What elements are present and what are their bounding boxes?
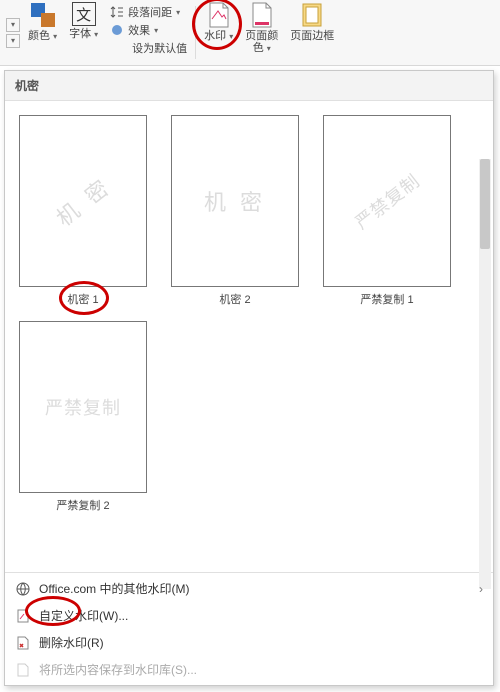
ribbon-group-page-border: 页面边框 (284, 0, 340, 65)
page-border-button[interactable]: 页面边框 (290, 2, 334, 42)
watermark-button[interactable]: 水印 ▾ (204, 2, 233, 42)
dropdown-caret-icon[interactable]: ▾ (6, 18, 20, 32)
colors-icon (30, 2, 56, 28)
chevron-down-icon: ▾ (154, 26, 158, 35)
ribbon-group-watermark: 水印 ▾ (198, 0, 239, 65)
page-thumbnail: 严禁复制 (323, 115, 451, 287)
watermark-option[interactable]: 严禁复制 严禁复制 1 (323, 115, 451, 307)
ribbon-group-page-color: 页面颜 色 ▾ (239, 0, 284, 65)
ribbon-left-controls: ▾ ▾ (4, 0, 22, 65)
dropdown-caret-icon[interactable]: ▾ (6, 34, 20, 48)
page-save-icon (15, 662, 31, 678)
watermark-option-label: 机密 2 (219, 291, 250, 307)
watermark-label: 水印 (204, 30, 226, 42)
ribbon-group-fonts: 文 字体 ▾ (63, 0, 104, 65)
watermark-option[interactable]: 机 密 机密 1 (19, 115, 147, 307)
panel-section-title: 机密 (5, 71, 493, 101)
scrollbar[interactable] (479, 159, 491, 589)
watermark-option[interactable]: 机 密 机密 2 (171, 115, 299, 307)
more-watermarks-office[interactable]: Office.com 中的其他水印(M) › (5, 575, 493, 602)
watermark-option-label: 机密 1 (67, 294, 98, 306)
page-border-icon (299, 2, 325, 28)
page-color-label: 页面颜 色 (245, 30, 278, 54)
page-thumbnail: 严禁复制 (19, 321, 147, 493)
save-to-gallery-label: 将所选内容保存到水印库(S)... (39, 661, 197, 678)
watermark-preview-text: 严禁复制 (45, 394, 121, 420)
paragraph-spacing-button[interactable]: 段落间距 ▾ (110, 4, 187, 20)
page-thumbnail: 机 密 (19, 115, 147, 287)
more-watermarks-label: Office.com 中的其他水印(M) (39, 580, 189, 597)
chevron-down-icon: ▾ (229, 32, 233, 41)
watermark-option[interactable]: 严禁复制 严禁复制 2 (19, 321, 147, 513)
paragraph-spacing-label: 段落间距 (128, 4, 172, 20)
remove-watermark[interactable]: 删除水印(R) (5, 629, 493, 656)
page-border-label: 页面边框 (290, 30, 334, 42)
remove-watermark-label: 删除水印(R) (39, 634, 104, 651)
page-delete-icon (15, 635, 31, 651)
watermark-gallery: 机 密 机密 1 机 密 机密 2 严禁复制 严禁复制 1 严禁复制 严禁复制 … (5, 101, 493, 572)
spacing-icon (110, 5, 124, 19)
font-icon: 文 (72, 2, 96, 26)
effects-icon (110, 23, 124, 37)
set-default-button[interactable]: 设为默认值 (132, 40, 187, 56)
save-to-gallery: 将所选内容保存到水印库(S)... (5, 656, 493, 683)
ribbon-group-colors: 颜色 ▾ (22, 0, 63, 65)
chevron-down-icon: ▾ (267, 44, 271, 53)
page-color-button[interactable]: 页面颜 色 ▾ (245, 2, 278, 54)
custom-watermark-label: 自定义水印(W)... (39, 607, 128, 624)
colors-button[interactable]: 颜色 ▾ (28, 2, 57, 42)
page-icon (15, 608, 31, 624)
custom-watermark[interactable]: 自定义水印(W)... (5, 602, 493, 629)
globe-icon (15, 581, 31, 597)
set-default-label: 设为默认值 (132, 40, 187, 56)
watermark-option-label: 严禁复制 1 (360, 291, 413, 307)
ribbon-group-paragraph: 段落间距 ▾ 效果 ▾ 设为默认值 (104, 0, 193, 65)
chevron-down-icon: ▾ (94, 30, 98, 39)
watermark-icon (206, 2, 232, 28)
watermark-option-label: 严禁复制 2 (56, 497, 109, 513)
effects-label: 效果 (128, 22, 150, 38)
separator (195, 6, 196, 59)
scrollbar-thumb[interactable] (480, 159, 490, 249)
panel-footer: Office.com 中的其他水印(M) › 自定义水印(W)... 删除水印(… (5, 572, 493, 685)
ribbon: ▾ ▾ 颜色 ▾ 文 字体 ▾ 段落间距 ▾ (0, 0, 500, 66)
colors-label: 颜色 (28, 30, 50, 42)
effects-button[interactable]: 效果 ▾ (110, 22, 187, 38)
fonts-label: 字体 (69, 28, 91, 40)
watermark-preview-text: 机 密 (49, 169, 118, 232)
chevron-right-icon: › (479, 582, 483, 596)
watermark-preview-text: 机 密 (204, 185, 266, 217)
watermark-dropdown-panel: 机密 机 密 机密 1 机 密 机密 2 严禁复制 严禁复制 1 (4, 70, 494, 686)
page-thumbnail: 机 密 (171, 115, 299, 287)
fonts-button[interactable]: 文 字体 ▾ (69, 2, 98, 40)
chevron-down-icon: ▾ (176, 8, 180, 17)
chevron-down-icon: ▾ (53, 32, 57, 41)
page-color-icon (249, 2, 275, 28)
watermark-preview-text: 严禁复制 (349, 167, 425, 234)
